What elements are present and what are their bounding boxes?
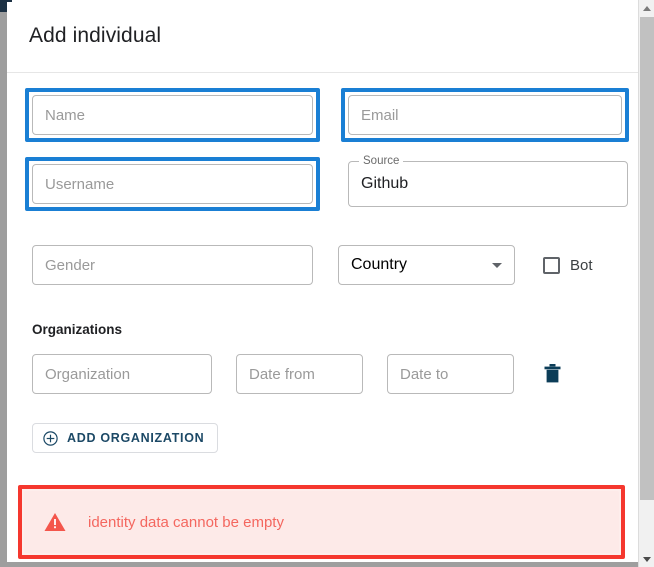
email-input-placeholder: Email [361,106,399,124]
error-alert-inner: identity data cannot be empty [24,491,619,553]
gender-input[interactable]: Gender [32,245,313,285]
username-field-focus-ring: Username [25,157,320,211]
delete-organization-button[interactable] [539,359,565,389]
error-alert: identity data cannot be empty [18,485,625,559]
name-input-placeholder: Name [45,106,86,124]
bot-checkbox-label: Bot [570,256,593,274]
app-frame: Add individual Name Email Username Sourc… [0,0,654,567]
row-username-source: Username Source Github [7,154,638,211]
scrollbar-thumb[interactable] [640,17,654,500]
window-bottom-edge [0,562,654,567]
title-divider [7,72,638,73]
dialog-body: Name Email Username Source Github Gender… [7,88,638,559]
name-input[interactable]: Name [32,95,313,135]
error-alert-message: identity data cannot be empty [88,513,284,531]
source-field-value: Github [361,175,409,192]
add-organization-row: ADD ORGANIZATION [32,423,638,453]
email-field-focus-ring: Email [341,88,629,142]
date-to-input-placeholder: Date to [400,365,449,383]
name-field-focus-ring: Name [25,88,320,142]
gender-input-placeholder: Gender [45,256,96,274]
add-individual-dialog: Add individual Name Email Username Sourc… [7,2,638,562]
add-organization-button-label: ADD ORGANIZATION [67,431,205,445]
organizations-section-label: Organizations [32,322,123,337]
username-input-placeholder: Username [45,175,115,193]
warning-triangle-icon [44,513,66,531]
row-name-email: Name Email [7,88,638,142]
country-select[interactable]: Country [338,245,515,285]
date-from-input[interactable]: Date from [236,354,363,394]
country-select-placeholder: Country [351,256,408,273]
source-field-label: Source [359,154,404,168]
trash-icon [544,364,560,383]
checkbox-box-icon[interactable] [543,256,560,274]
chevron-up-icon [643,5,651,11]
scroll-up-button[interactable] [639,0,654,16]
add-organization-button[interactable]: ADD ORGANIZATION [32,423,219,453]
window-left-edge [0,0,7,567]
page-title: Add individual [29,24,162,47]
organization-input[interactable]: Organization [32,354,212,394]
date-to-input[interactable]: Date to [387,354,514,394]
chevron-down-icon [492,262,502,268]
source-field[interactable]: Source Github [348,154,628,207]
username-input[interactable]: Username [32,164,313,204]
row-gender-country-bot: Gender Country Bot [7,245,638,285]
organizations-section: Organizations Organization Date from Dat… [7,322,638,453]
scroll-down-button[interactable] [639,551,654,567]
plus-circle-icon [43,430,58,446]
bot-checkbox[interactable]: Bot [543,256,593,274]
date-from-input-placeholder: Date from [249,365,315,383]
table-row: Organization Date from Date to [32,354,638,394]
chevron-down-icon [643,556,651,562]
organization-input-placeholder: Organization [45,365,131,383]
email-input[interactable]: Email [348,95,622,135]
vertical-scrollbar[interactable] [638,0,654,567]
